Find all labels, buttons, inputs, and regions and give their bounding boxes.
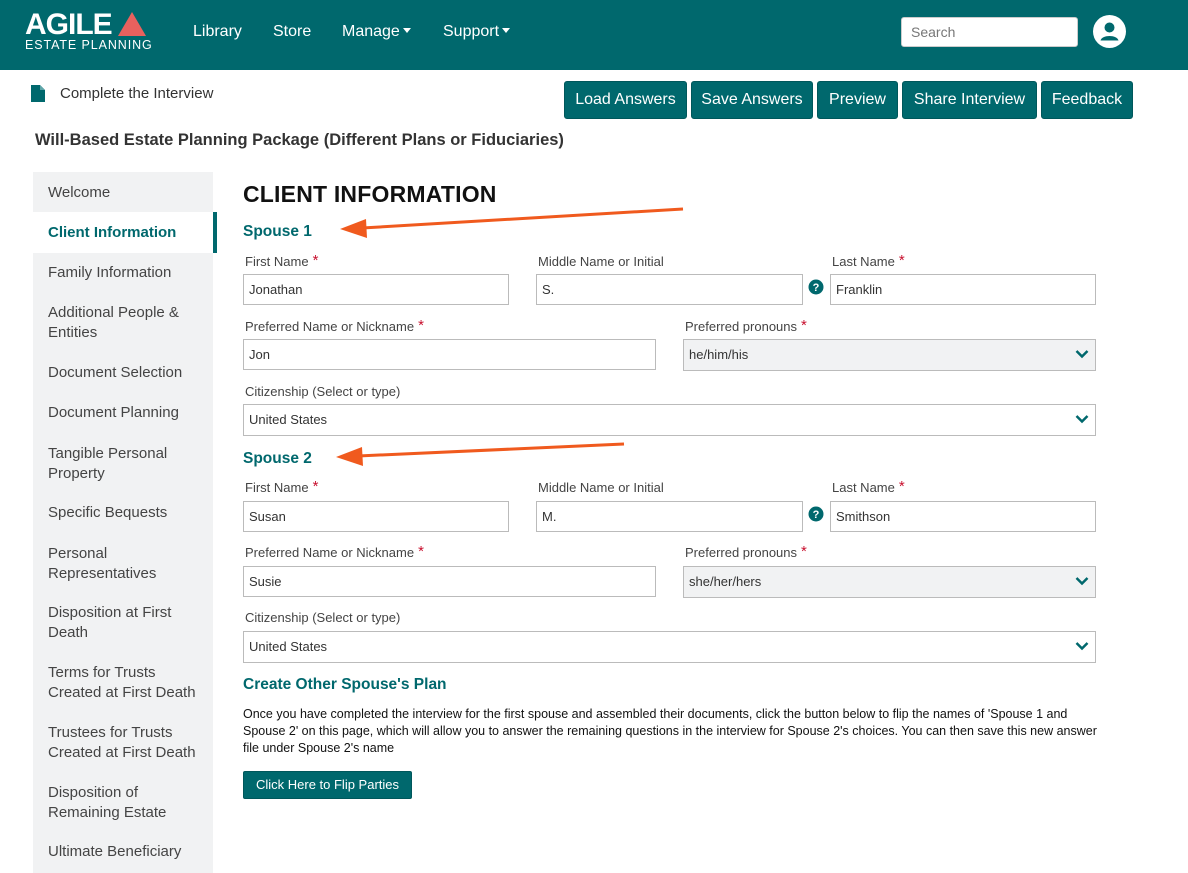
annotation-arrow-spouse1 — [340, 207, 684, 238]
required-marker: * — [801, 317, 807, 334]
sidebar-item-document-selection[interactable]: Document Selection — [48, 363, 208, 383]
svg-text:?: ? — [813, 509, 820, 521]
nav-library[interactable]: Library — [193, 23, 242, 41]
first-name-label-text: First Name — [245, 480, 309, 495]
spouse1-citizenship-select[interactable]: United States — [243, 404, 1096, 436]
save-answers-button[interactable]: Save Answers — [691, 81, 813, 119]
nav-store[interactable]: Store — [273, 23, 311, 41]
spouse2-middle-name-label: Middle Name or Initial — [538, 480, 664, 495]
caret-down-icon — [402, 28, 411, 33]
chevron-down-icon — [1075, 350, 1089, 359]
load-answers-button[interactable]: Load Answers — [564, 81, 687, 119]
annotation-arrow-spouse2 — [336, 442, 625, 466]
spouse2-pronouns-select[interactable]: she/her/hers — [683, 566, 1096, 598]
top-navbar: AGILE ESTATE PLANNING Library Store Mana… — [0, 0, 1188, 70]
sidebar-item-terms-trusts[interactable]: Terms for Trusts Created at First Death — [48, 663, 198, 703]
spouse2-heading: Spouse 2 — [243, 450, 312, 467]
package-title: Will-Based Estate Planning Package (Diff… — [35, 131, 564, 149]
interview-sidebar: Welcome Client Information Family Inform… — [33, 172, 217, 873]
required-marker: * — [898, 478, 905, 495]
spouse1-last-name-label: Last Name * — [832, 252, 905, 269]
spouse2-citizenship-value: United States — [249, 639, 328, 654]
sidebar-item-disposition-first-death[interactable]: Disposition at First Death — [48, 603, 183, 643]
spouse1-heading: Spouse 1 — [243, 223, 312, 240]
required-marker: * — [312, 252, 319, 269]
spouse2-first-name-label: First Name * — [245, 478, 318, 495]
spouse1-preferred-name-label: Preferred Name or Nickname * — [245, 317, 424, 334]
pronouns-label-text: Preferred pronouns — [685, 319, 798, 334]
spouse1-pronouns-select[interactable]: he/him/his — [683, 339, 1096, 371]
document-icon — [31, 85, 45, 102]
flip-parties-button[interactable]: Click Here to Flip Parties — [243, 771, 412, 799]
spouse2-pronouns-value: she/her/hers — [689, 574, 762, 589]
chevron-down-icon — [1075, 415, 1089, 424]
brand-logo[interactable]: AGILE ESTATE PLANNING — [25, 8, 165, 56]
sidebar-item-client-information[interactable]: Client Information — [48, 223, 208, 243]
chevron-down-icon — [1075, 642, 1089, 651]
spouse1-first-name-input[interactable]: Jonathan — [243, 274, 509, 305]
spouse2-middle-name-input[interactable]: M. — [536, 501, 803, 532]
spouse1-pronouns-value: he/him/his — [689, 347, 749, 362]
last-name-label-text: Last Name — [832, 480, 895, 495]
feedback-button[interactable]: Feedback — [1041, 81, 1133, 119]
spouse1-citizenship-label: Citizenship (Select or type) — [245, 384, 401, 399]
share-interview-button[interactable]: Share Interview — [902, 81, 1037, 119]
other-plan-description: Once you have completed the interview fo… — [243, 707, 1097, 755]
preferred-name-label-text: Preferred Name or Nickname — [245, 545, 415, 560]
spouse2-last-name-input[interactable]: Smithson — [830, 501, 1096, 532]
spouse2-last-name-label: Last Name * — [832, 478, 905, 495]
required-marker: * — [312, 478, 319, 495]
pronouns-label-text: Preferred pronouns — [685, 545, 798, 560]
preferred-name-label-text: Preferred Name or Nickname — [245, 319, 415, 334]
brand-name: AGILE — [25, 8, 113, 41]
nav-manage[interactable]: Manage — [342, 23, 411, 41]
spouse1-middle-name-input[interactable]: S. — [536, 274, 803, 305]
sidebar-item-welcome[interactable]: Welcome — [48, 183, 208, 203]
spouse2-pronouns-label: Preferred pronouns * — [685, 543, 807, 560]
page-label: Complete the Interview — [60, 85, 214, 102]
brand-subtitle: ESTATE PLANNING — [25, 38, 153, 52]
sidebar-item-personal-representatives[interactable]: Personal Representatives — [48, 544, 173, 584]
sidebar-item-document-planning[interactable]: Document Planning — [48, 403, 208, 423]
spouse2-preferred-name-label: Preferred Name or Nickname * — [245, 543, 424, 560]
spouse1-middle-name-label: Middle Name or Initial — [538, 254, 664, 269]
sidebar-item-trustees-trusts[interactable]: Trustees for Trusts Created at First Dea… — [48, 723, 198, 763]
spouse1-last-name-input[interactable]: Franklin — [830, 274, 1096, 305]
required-marker: * — [418, 543, 424, 560]
required-marker: * — [418, 317, 424, 334]
sidebar-item-family-information[interactable]: Family Information — [48, 263, 208, 283]
spouse2-citizenship-label: Citizenship (Select or type) — [245, 610, 401, 625]
user-circle-icon[interactable] — [1093, 15, 1126, 48]
sidebar-item-disposition-remaining[interactable]: Disposition of Remaining Estate — [48, 783, 178, 823]
sidebar-item-tangible-property[interactable]: Tangible Personal Property — [48, 444, 178, 484]
spouse2-preferred-name-input[interactable]: Susie — [243, 566, 656, 597]
required-marker: * — [801, 543, 807, 560]
svg-text:?: ? — [813, 282, 820, 294]
nav-support[interactable]: Support — [443, 23, 511, 41]
spouse2-citizenship-select[interactable]: United States — [243, 631, 1096, 663]
spouse2-first-name-input[interactable]: Susan — [243, 501, 509, 532]
spouse1-preferred-name-input[interactable]: Jon — [243, 339, 656, 370]
help-question-icon[interactable]: ? — [808, 506, 824, 522]
required-marker: * — [898, 252, 905, 269]
preview-button[interactable]: Preview — [817, 81, 898, 119]
spouse1-citizenship-value: United States — [249, 412, 328, 427]
logo-triangle-icon — [118, 12, 146, 36]
last-name-label-text: Last Name — [832, 254, 895, 269]
caret-down-icon — [502, 28, 511, 33]
sidebar-item-specific-bequests[interactable]: Specific Bequests — [48, 503, 208, 523]
help-question-icon[interactable]: ? — [808, 279, 824, 295]
nav-manage-label: Manage — [342, 23, 400, 40]
nav-support-label: Support — [443, 23, 500, 40]
search-input[interactable] — [901, 17, 1078, 47]
chevron-down-icon — [1075, 577, 1089, 586]
first-name-label-text: First Name — [245, 254, 309, 269]
other-plan-heading: Create Other Spouse's Plan — [243, 676, 447, 693]
spouse1-first-name-label: First Name * — [245, 252, 318, 269]
spouse1-pronouns-label: Preferred pronouns * — [685, 317, 807, 334]
sidebar-active-indicator — [213, 212, 217, 253]
page-heading: CLIENT INFORMATION — [243, 181, 497, 207]
sidebar-item-ultimate-beneficiary[interactable]: Ultimate Beneficiary — [48, 842, 208, 862]
sidebar-item-additional-people[interactable]: Additional People & Entities — [48, 303, 193, 343]
